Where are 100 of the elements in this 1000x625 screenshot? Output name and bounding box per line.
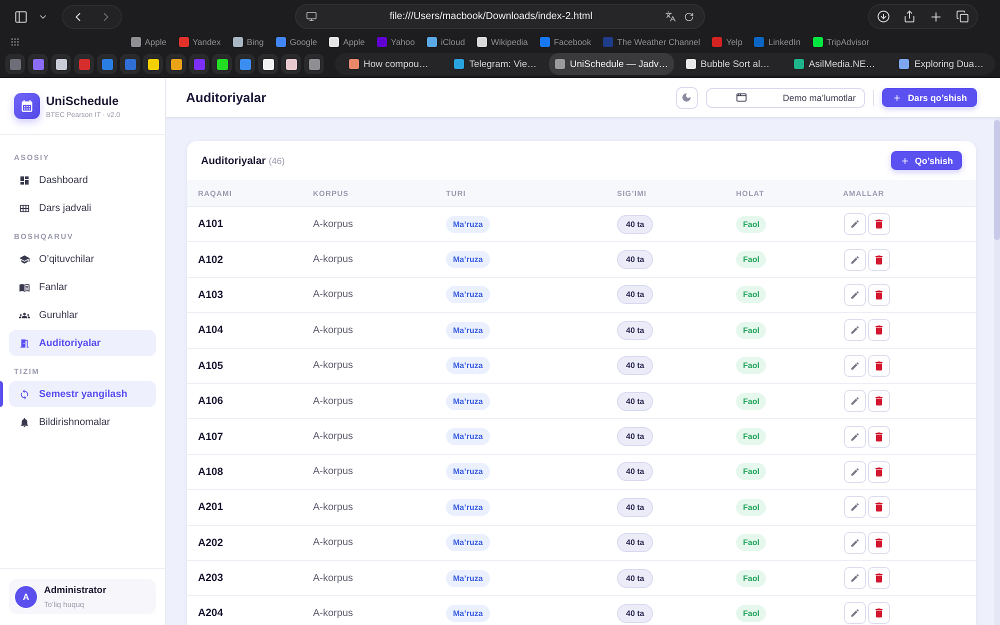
- tabs-overview-icon[interactable]: [956, 10, 969, 23]
- nav-item[interactable]: Semestr yangilash: [9, 381, 156, 407]
- bookmark-link[interactable]: Google: [276, 36, 318, 46]
- nav-item[interactable]: Dashboard: [9, 167, 156, 193]
- scrollbar-thumb[interactable]: [994, 120, 1000, 240]
- capacity-tag: 40 ta: [617, 320, 654, 340]
- bookmark-link[interactable]: Yahoo: [376, 36, 415, 46]
- edit-button[interactable]: [844, 390, 866, 412]
- scrollbar[interactable]: [994, 118, 1000, 625]
- delete-button[interactable]: [868, 213, 890, 236]
- nav-item[interactable]: Auditoriyalar: [9, 330, 156, 356]
- edit-button[interactable]: [844, 319, 866, 342]
- bell-icon: [19, 416, 30, 428]
- share-icon[interactable]: [903, 10, 916, 23]
- delete-button[interactable]: [868, 426, 890, 448]
- bookmark-link[interactable]: Apple: [329, 36, 365, 46]
- delete-button[interactable]: [868, 354, 890, 377]
- room-number: A108: [198, 466, 224, 478]
- browser-tab[interactable]: Telegram: Vie…: [442, 53, 549, 75]
- edit-button[interactable]: [844, 602, 866, 624]
- trash-icon: [873, 607, 885, 620]
- sidebar-toggle-icon[interactable]: [14, 10, 28, 24]
- room-number: A105: [198, 360, 224, 372]
- delete-button[interactable]: [868, 496, 890, 518]
- bookmark-link[interactable]: Yelp: [712, 36, 742, 46]
- monitor-icon[interactable]: [306, 11, 317, 22]
- edit-button[interactable]: [844, 496, 866, 518]
- address-bar[interactable]: file:///Users/macbook/Downloads/index-2.html: [295, 4, 705, 29]
- room-type-tag: Ma’ruza: [446, 216, 490, 233]
- delete-button[interactable]: [868, 248, 890, 271]
- bookmark-link[interactable]: The Weather Channel: [603, 36, 700, 46]
- pinned-tab[interactable]: [143, 54, 163, 74]
- room-number: A101: [198, 218, 224, 230]
- nav-item[interactable]: Fanlar: [9, 274, 156, 300]
- bookmark-link[interactable]: Bing: [232, 36, 264, 46]
- pinned-tab[interactable]: [281, 54, 301, 74]
- trash-icon: [873, 254, 885, 266]
- pinned-tab[interactable]: [51, 54, 71, 74]
- bookmark-link[interactable]: iCloud: [426, 36, 465, 46]
- grid-dots-icon[interactable]: [10, 36, 20, 46]
- delete-button[interactable]: [868, 460, 890, 483]
- card-title: Auditoriyalar: [201, 154, 266, 166]
- user-name: Administrator: [44, 584, 106, 596]
- browser-tab[interactable]: AsilMedia.NE…: [781, 53, 888, 75]
- edit-button[interactable]: [844, 248, 866, 271]
- browser-tab[interactable]: How compou…: [335, 53, 442, 75]
- bookmark-link[interactable]: Yandex: [178, 36, 221, 46]
- reload-icon[interactable]: [684, 12, 694, 22]
- edit-button[interactable]: [844, 567, 866, 590]
- calendar-grid-icon: [19, 202, 30, 214]
- bookmark-link[interactable]: Facebook: [540, 36, 592, 46]
- browser-tab[interactable]: Bubble Sort al…: [674, 53, 782, 75]
- building-text: A-korpus: [313, 572, 354, 584]
- delete-button[interactable]: [868, 567, 890, 590]
- capacity-tag: 40 ta: [617, 604, 654, 623]
- nav-item[interactable]: Bildirishnomalar: [9, 409, 156, 435]
- edit-button[interactable]: [844, 460, 866, 483]
- theme-toggle-button[interactable]: [676, 86, 698, 108]
- pinned-tab[interactable]: [258, 54, 278, 74]
- edit-button[interactable]: [844, 284, 866, 306]
- room-type-tag: Ma’ruza: [446, 251, 490, 268]
- pinned-tab[interactable]: [166, 54, 186, 74]
- new-tab-icon[interactable]: [929, 10, 943, 24]
- status-tag: Faol: [736, 498, 766, 516]
- trash-icon: [873, 536, 885, 549]
- translate-icon[interactable]: [665, 11, 676, 22]
- edit-button[interactable]: [844, 213, 866, 236]
- add-room-button[interactable]: Qo’shish: [890, 151, 962, 170]
- add-lesson-button[interactable]: Dars qo’shish: [882, 88, 977, 107]
- delete-button[interactable]: [868, 319, 890, 342]
- capacity-tag: 40 ta: [617, 462, 654, 482]
- delete-button[interactable]: [868, 532, 890, 554]
- capacity-tag: 40 ta: [617, 250, 654, 270]
- capacity-tag: 40 ta: [617, 568, 654, 588]
- url-text: file:///Users/macbook/Downloads/index-2.html: [388, 11, 594, 22]
- nav-item[interactable]: O’qituvchilar: [9, 246, 156, 272]
- delete-button[interactable]: [868, 390, 890, 412]
- bookmark-link[interactable]: Apple: [130, 36, 167, 46]
- room-type-tag: Ma’ruza: [446, 534, 490, 552]
- pinned-tab[interactable]: [212, 54, 232, 74]
- bookmark-link[interactable]: Wikipedia: [476, 36, 528, 46]
- room-number: A201: [198, 501, 224, 514]
- edit-button[interactable]: [844, 532, 866, 554]
- download-icon[interactable]: [877, 10, 890, 23]
- demo-data-button[interactable]: Demo ma’lumotlar: [706, 88, 865, 108]
- building-text: A-korpus: [313, 502, 354, 513]
- delete-button[interactable]: [868, 284, 890, 306]
- nav-item[interactable]: Dars jadvali: [9, 195, 156, 221]
- edit-button[interactable]: [844, 426, 866, 448]
- status-tag: Faol: [736, 322, 766, 339]
- bookmark-link[interactable]: LinkedIn: [754, 36, 801, 46]
- browser-tab[interactable]: UniSchedule — Jadv…: [548, 53, 674, 75]
- pencil-icon: [850, 254, 860, 265]
- edit-button[interactable]: [844, 354, 866, 377]
- browser-tab[interactable]: Exploring Dua…: [888, 53, 995, 75]
- nav-item[interactable]: Guruhlar: [9, 302, 156, 328]
- delete-button[interactable]: [868, 602, 890, 624]
- bookmark-link[interactable]: TripAdvisor: [812, 36, 870, 46]
- room-number: A202: [198, 536, 224, 549]
- trash-icon: [873, 360, 885, 372]
